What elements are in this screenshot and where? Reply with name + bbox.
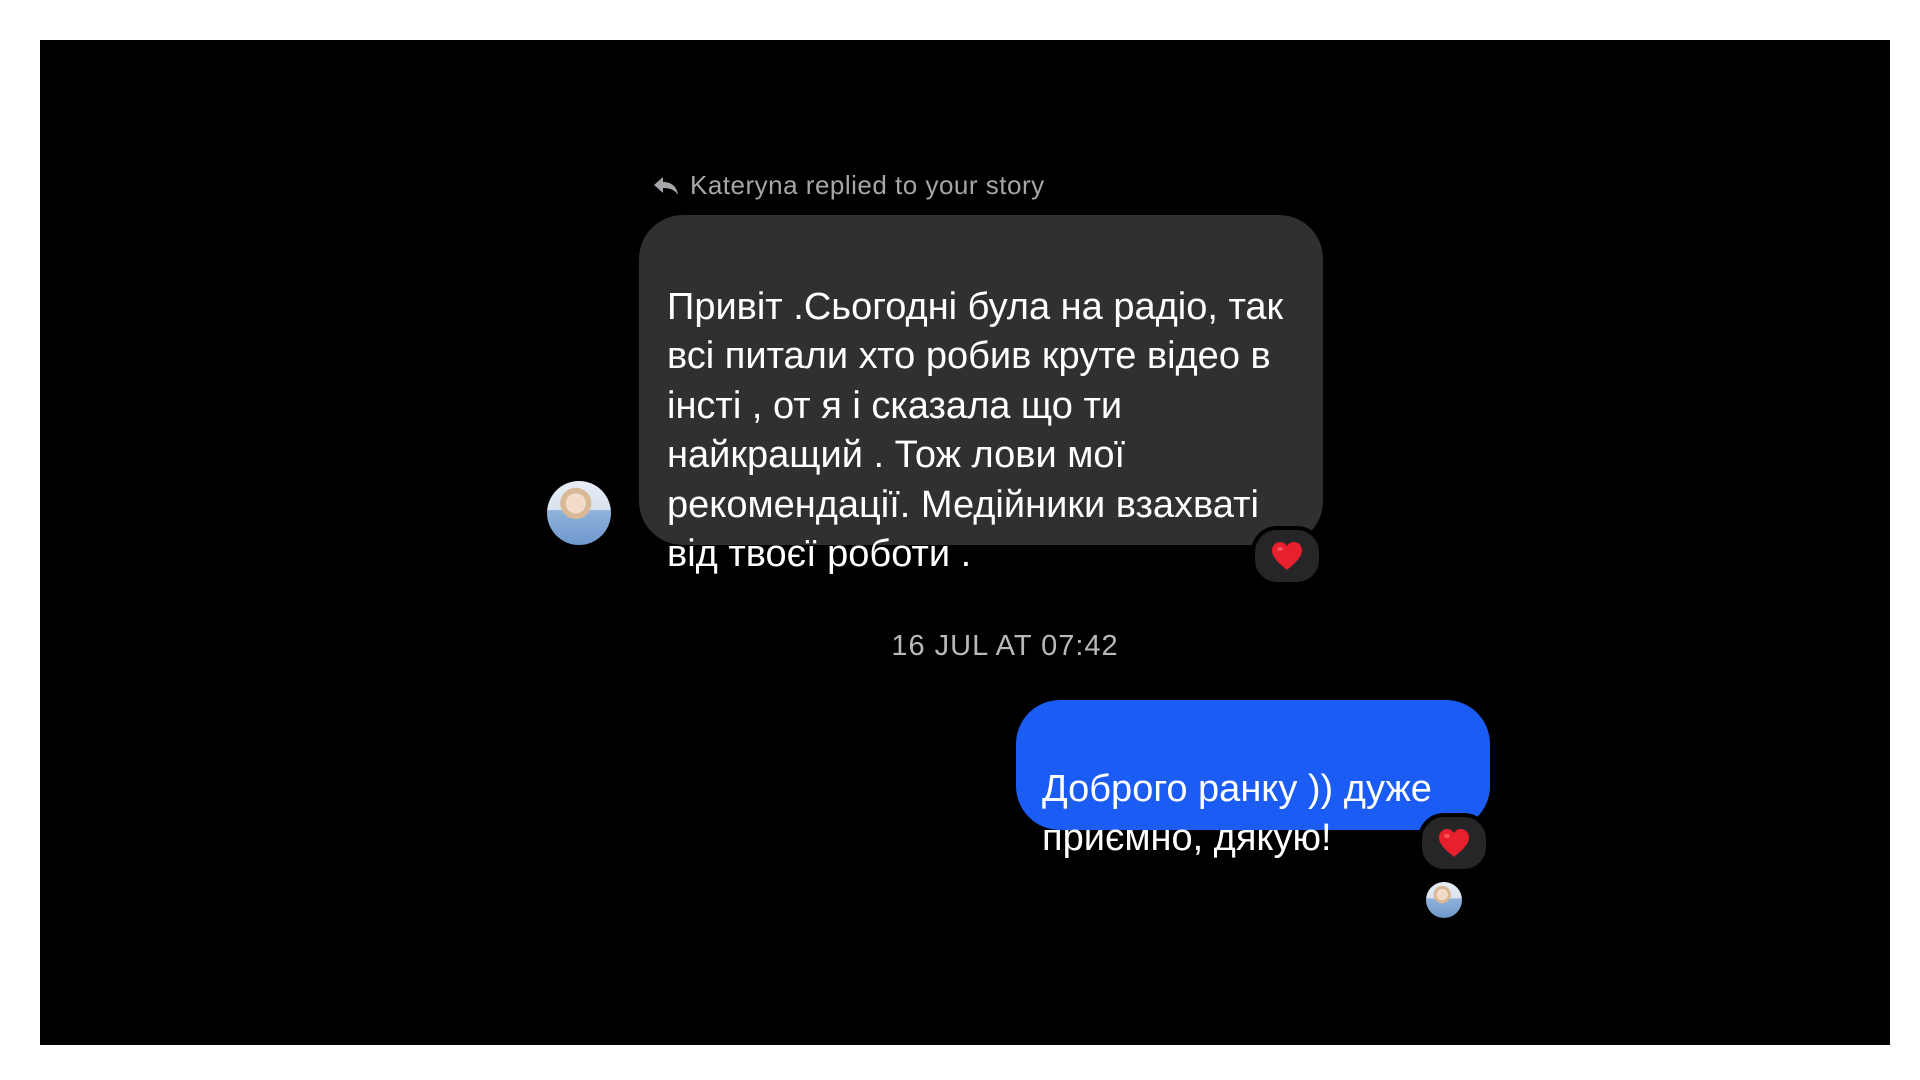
incoming-message-bubble[interactable]: Привіт .Сьогодні була на радіо, так всі … bbox=[639, 215, 1323, 575]
outgoing-message-bubble[interactable]: Доброго ранку )) дуже приємно, дякую! bbox=[1016, 700, 1490, 859]
outgoing-message-text: Доброго ранку )) дуже приємно, дякую! bbox=[1042, 767, 1432, 860]
heart-icon bbox=[1272, 542, 1302, 570]
incoming-message-text: Привіт .Сьогодні була на радіо, так всі … bbox=[667, 285, 1284, 576]
incoming-message-reaction[interactable] bbox=[1251, 526, 1323, 586]
seen-by-avatar bbox=[1426, 882, 1462, 918]
message-timestamp: 16 JUL AT 07:42 bbox=[891, 630, 1119, 662]
chat-screen: Kateryna replied to your story Привіт .С… bbox=[40, 40, 1890, 1045]
outgoing-message-reaction[interactable] bbox=[1418, 813, 1490, 873]
story-reply-label: Kateryna replied to your story bbox=[690, 170, 1045, 200]
sender-avatar[interactable] bbox=[547, 481, 611, 545]
heart-icon bbox=[1439, 829, 1469, 857]
reply-arrow-icon bbox=[654, 176, 678, 195]
story-reply-header: Kateryna replied to your story bbox=[652, 170, 1045, 201]
